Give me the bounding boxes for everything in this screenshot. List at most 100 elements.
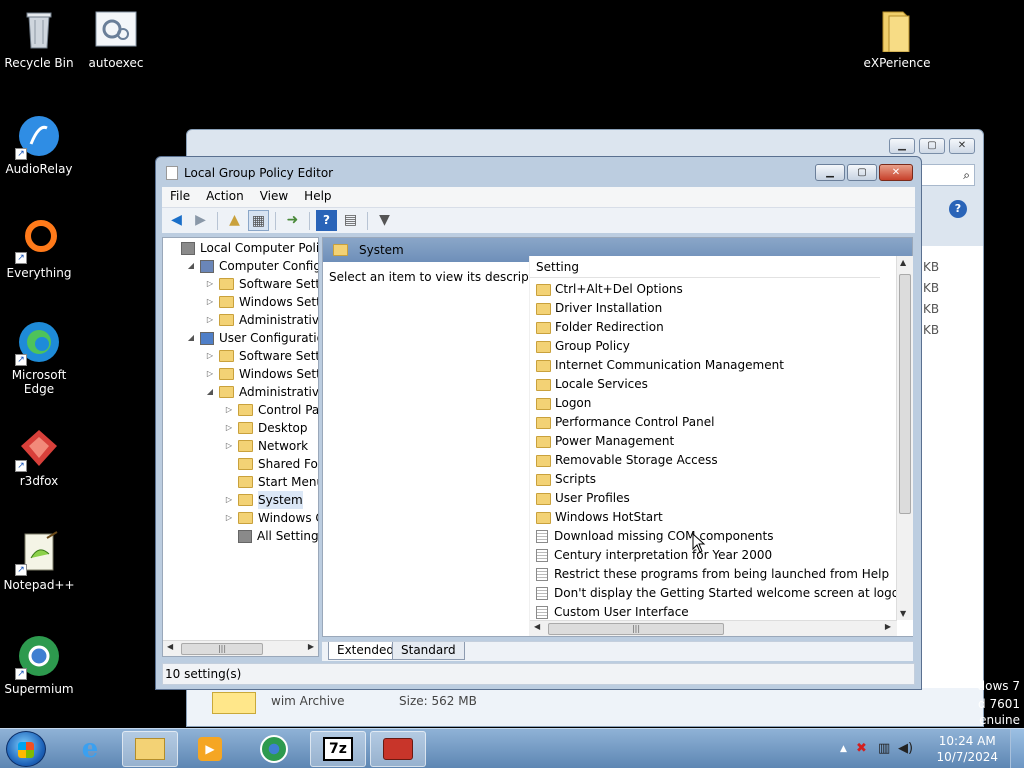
desktop-icon-everything[interactable]: ↗ Everything xyxy=(0,218,78,280)
maximize-icon[interactable]: ▢ xyxy=(919,138,945,154)
forward-arrow-icon[interactable]: ▶ xyxy=(190,210,211,231)
expand-arrow-icon[interactable]: ▷ xyxy=(224,491,234,509)
taskbar-7zip[interactable]: 7z xyxy=(310,731,366,767)
show-desktop-button[interactable] xyxy=(1010,729,1024,768)
minimize-button[interactable]: ▁ xyxy=(815,164,845,181)
scrollbar-thumb[interactable] xyxy=(899,274,911,514)
volume-icon[interactable]: ◀) xyxy=(898,741,913,756)
expand-arrow-icon[interactable]: ▷ xyxy=(224,509,234,527)
search-box[interactable]: ⌕ xyxy=(915,164,975,186)
expand-arrow-icon[interactable]: ▷ xyxy=(224,401,234,419)
help-icon[interactable]: ? xyxy=(316,210,337,231)
collapse-arrow-icon[interactable]: ◢ xyxy=(205,383,215,401)
title-bar[interactable]: Local Group Policy Editor ▁ ▢ ✕ xyxy=(156,157,921,187)
minimize-icon[interactable]: ▁ xyxy=(889,138,915,154)
show-hidden-icons-chevron-icon[interactable]: ▲ xyxy=(840,744,847,754)
tree-node[interactable]: Start Menu ar xyxy=(224,473,318,491)
collapse-arrow-icon[interactable]: ◢ xyxy=(186,329,196,347)
setting-folder-row[interactable]: Locale Services xyxy=(536,375,648,394)
scroll-down-icon[interactable]: ▼ xyxy=(900,609,906,618)
settings-list[interactable]: Setting Ctrl+Alt+Del Options Driver Insta… xyxy=(529,256,913,636)
desktop-icon-notepadpp[interactable]: ↗ Notepad++ xyxy=(0,530,78,592)
taskbar-media-player[interactable]: ▶ xyxy=(182,731,238,767)
desktop-icon-recycle-bin[interactable]: Recycle Bin xyxy=(0,8,78,70)
tab-standard[interactable]: Standard xyxy=(392,642,465,660)
setting-folder-row[interactable]: Scripts xyxy=(536,470,596,489)
tree-node[interactable]: ▷ Control Panel xyxy=(224,401,318,419)
tree-node[interactable]: ▷ Windows Setting xyxy=(205,365,318,383)
show-hide-tree-icon[interactable]: ▦ xyxy=(248,210,269,231)
setting-folder-row[interactable]: Folder Redirection xyxy=(536,318,664,337)
tree-node[interactable]: ▷ System xyxy=(224,491,303,509)
tree-node[interactable]: ◢ Administrative Te xyxy=(205,383,318,401)
taskbar-group-policy[interactable] xyxy=(370,731,426,767)
expand-arrow-icon[interactable]: ▷ xyxy=(205,293,215,311)
tree-node[interactable]: ▷ Software Settings xyxy=(205,347,318,365)
desktop-icon-supermium[interactable]: ↗ Supermium xyxy=(0,634,78,696)
setting-folder-row[interactable]: Logon xyxy=(536,394,591,413)
scroll-up-icon[interactable]: ▲ xyxy=(900,258,906,267)
column-header-setting[interactable]: Setting xyxy=(530,256,880,278)
network-icon[interactable]: ▥ xyxy=(878,741,890,756)
setting-policy-row[interactable]: Century interpretation for Year 2000 xyxy=(536,546,772,565)
setting-policy-row[interactable]: Restrict these programs from being launc… xyxy=(536,565,889,584)
tree-node[interactable]: All Settings xyxy=(224,527,318,545)
menu-view[interactable]: View xyxy=(252,187,296,207)
setting-policy-row[interactable]: Don't display the Getting Started welcom… xyxy=(536,584,907,603)
scrollbar-thumb[interactable]: ||| xyxy=(181,643,263,655)
filter-icon[interactable]: ▼ xyxy=(374,210,395,231)
maximize-button[interactable]: ▢ xyxy=(847,164,877,181)
desktop-icon-audiorelay[interactable]: ↗ AudioRelay xyxy=(0,114,78,176)
start-button[interactable] xyxy=(6,731,46,767)
expand-arrow-icon[interactable]: ▷ xyxy=(224,437,234,455)
close-button[interactable]: ✕ xyxy=(879,164,913,181)
setting-folder-row[interactable]: Performance Control Panel xyxy=(536,413,714,432)
network-error-icon[interactable]: ✖ xyxy=(856,741,867,756)
setting-policy-row[interactable]: Download missing COM components xyxy=(536,527,774,546)
expand-arrow-icon[interactable]: ▷ xyxy=(205,347,215,365)
expand-arrow-icon[interactable]: ▷ xyxy=(205,365,215,383)
tree-node[interactable]: ◢ Computer Configura xyxy=(186,257,318,275)
setting-folder-row[interactable]: Removable Storage Access xyxy=(536,451,718,470)
desktop-icon-experience[interactable]: eXPerience xyxy=(858,8,936,70)
tree-node[interactable]: ▷ Administrative Te xyxy=(205,311,318,329)
group-policy-editor-window[interactable]: Local Group Policy Editor ▁ ▢ ✕ File Act… xyxy=(155,156,922,690)
desktop-icon-r3dfox[interactable]: ↗ r3dfox xyxy=(0,426,78,488)
tree-node[interactable]: ◢ User Configuration xyxy=(186,329,318,347)
tree-horizontal-scrollbar[interactable]: ◀ ||| ▶ xyxy=(163,640,318,656)
back-arrow-icon[interactable]: ◀ xyxy=(166,210,187,231)
expand-arrow-icon[interactable]: ▷ xyxy=(205,275,215,293)
help-icon[interactable]: ? xyxy=(949,200,967,218)
scroll-right-icon[interactable]: ▶ xyxy=(308,642,314,651)
taskbar-file-explorer[interactable] xyxy=(122,731,178,767)
tree-node[interactable]: ▷ Network xyxy=(224,437,308,455)
list-vertical-scrollbar[interactable]: ▲ ▼ xyxy=(896,256,913,620)
tree-node[interactable]: Shared Folder xyxy=(224,455,318,473)
setting-folder-row[interactable]: User Profiles xyxy=(536,489,630,508)
list-horizontal-scrollbar[interactable]: ◀ ||| ▶ xyxy=(530,620,897,636)
desktop-icon-autoexec[interactable]: autoexec xyxy=(77,8,155,70)
menu-file[interactable]: File xyxy=(162,187,198,207)
expand-arrow-icon[interactable]: ▷ xyxy=(224,419,234,437)
tree-node[interactable]: ▷ Software Settings xyxy=(205,275,318,293)
expand-arrow-icon[interactable]: ▷ xyxy=(205,311,215,329)
setting-folder-row[interactable]: Windows HotStart xyxy=(536,508,663,527)
setting-folder-row[interactable]: Ctrl+Alt+Del Options xyxy=(536,280,683,299)
close-icon[interactable]: ✕ xyxy=(949,138,975,154)
setting-folder-row[interactable]: Power Management xyxy=(536,432,674,451)
setting-folder-row[interactable]: Driver Installation xyxy=(536,299,662,318)
scroll-left-icon[interactable]: ◀ xyxy=(167,642,173,651)
tree-node[interactable]: ▷ Desktop xyxy=(224,419,308,437)
tree-node[interactable]: ▷ Windows Cor xyxy=(224,509,318,527)
setting-folder-row[interactable]: Group Policy xyxy=(536,337,630,356)
taskbar-supermium[interactable] xyxy=(246,731,302,767)
menu-help[interactable]: Help xyxy=(296,187,339,207)
setting-folder-row[interactable]: Internet Communication Management xyxy=(536,356,784,375)
properties-icon[interactable]: ▤ xyxy=(340,210,361,231)
collapse-arrow-icon[interactable]: ◢ xyxy=(186,257,196,275)
tree-node[interactable]: ▷ Windows Setting xyxy=(205,293,318,311)
up-folder-icon[interactable]: ▲ xyxy=(224,210,245,231)
tree-pane[interactable]: Local Computer Policy ◢ Computer Configura… xyxy=(162,237,319,657)
export-list-icon[interactable]: ➜ xyxy=(282,210,303,231)
menu-action[interactable]: Action xyxy=(198,187,252,207)
